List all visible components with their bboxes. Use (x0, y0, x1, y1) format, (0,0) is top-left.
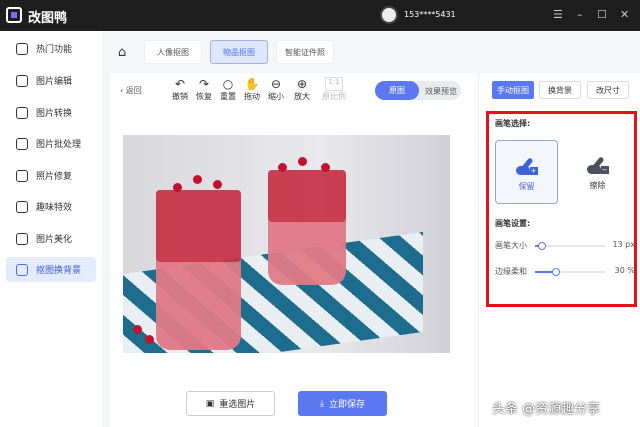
undo-icon: ↶ (174, 77, 186, 91)
avatar[interactable] (380, 6, 398, 24)
sidebar-item-hot[interactable]: 热门功能 (6, 36, 96, 61)
close-button[interactable]: ✕ (620, 8, 629, 21)
cutout-icon (16, 263, 28, 276)
sidebar-item-beautify[interactable]: 图片美化 (6, 226, 96, 251)
sidebar-item-label: 图片编辑 (36, 77, 73, 87)
sidebar-item-effects[interactable]: 趣味特效 (6, 194, 96, 219)
brush-erase-label: 擦除 (589, 181, 606, 190)
view-toggle[interactable]: 原图 效果预览 (375, 81, 461, 100)
tab-object-cutout[interactable]: 物品抠图 (210, 40, 268, 64)
brush-keep-button[interactable]: + 保留 (495, 140, 558, 204)
beautify-icon (16, 232, 28, 245)
view-original-option[interactable]: 原图 (375, 81, 419, 100)
convert-icon (16, 106, 28, 119)
undo-button[interactable]: ↶ 撤销 (168, 77, 192, 102)
tab-portrait-cutout[interactable]: 人像抠图 (144, 40, 202, 64)
zoom-in-icon: ⊕ (296, 77, 308, 91)
tool-label: 撤销 (172, 92, 188, 101)
tool-label: 重置 (220, 92, 236, 101)
slider-handle[interactable] (552, 268, 560, 276)
menu-icon[interactable]: ☰ (553, 8, 563, 21)
brush-minus-icon: − (586, 156, 609, 174)
zoom-out-icon: ⊖ (270, 77, 282, 91)
view-preview-option[interactable]: 效果预览 (425, 86, 457, 97)
redo-button[interactable]: ↷ 恢复 (192, 77, 216, 102)
edge-soft-value: 30 % (614, 266, 635, 275)
redo-icon: ↷ (198, 77, 210, 91)
edge-soft-row: 边缘柔和 30 % (495, 266, 635, 278)
user-phone[interactable]: 153****5431 (404, 10, 456, 19)
brush-keep-label: 保留 (518, 182, 535, 191)
save-button[interactable]: ⤓ 立即保存 (298, 391, 387, 416)
right-panel: 手动抠图 换背景 改尺寸 画笔选择: + 保留 − 擦除 画笔设置: 画笔大小 … (478, 73, 640, 427)
sparkle-icon (16, 200, 28, 213)
sidebar-item-batch[interactable]: 图片批处理 (6, 131, 96, 156)
slider-handle[interactable] (538, 242, 546, 250)
reselect-label: 重选图片 (219, 400, 256, 410)
brush-settings-label: 画笔设置: (495, 219, 531, 228)
brush-panel: 画笔选择: + 保留 − 擦除 画笔设置: 画笔大小 13 px 边缘柔和 30… (486, 111, 637, 307)
minimize-button[interactable]: – (577, 8, 583, 21)
tab-id-photo[interactable]: 智能证件照 (276, 40, 334, 64)
brush-plus-icon: + (515, 157, 538, 175)
tool-label: 放大 (294, 92, 310, 101)
sidebar-item-label: 趣味特效 (36, 203, 73, 213)
sidebar-item-label: 热门功能 (36, 45, 73, 55)
app-title: 改图鸭 (28, 11, 68, 26)
flame-icon (16, 42, 28, 55)
sidebar-item-label: 抠图换背景 (36, 266, 82, 276)
download-icon: ⤓ (320, 398, 324, 409)
hand-icon: ✋ (244, 77, 260, 91)
brush-size-slider[interactable] (535, 242, 605, 250)
image-canvas[interactable] (123, 135, 450, 353)
sidebar-item-label: 图片批处理 (36, 140, 82, 150)
home-icon[interactable]: ⌂ (118, 45, 126, 60)
tool-label: 恢复 (196, 92, 212, 101)
sidebar-item-edit[interactable]: 图片编辑 (6, 68, 96, 93)
sidebar-item-label: 图片美化 (36, 235, 73, 245)
image-icon: ▣ (205, 398, 215, 409)
tool-label: 原比例 (322, 92, 346, 101)
original-ratio-button[interactable]: 1:1 原比例 (322, 77, 346, 102)
zoom-in-button[interactable]: ⊕ 放大 (290, 77, 314, 102)
brush-select-label: 画笔选择: (495, 119, 531, 128)
image-edit-icon (16, 74, 28, 87)
watermark: 头条 @资源趣分享 (492, 402, 601, 417)
reset-button[interactable]: ○ 重置 (216, 77, 240, 102)
edge-soft-label: 边缘柔和 (495, 267, 527, 276)
sidebar: 热门功能 图片编辑 图片转换 图片批处理 照片修复 趣味特效 图片美化 抠图换背… (0, 31, 102, 427)
tab-change-background[interactable]: 换背景 (539, 81, 581, 99)
tool-label: 缩小 (268, 92, 284, 101)
brush-erase-button[interactable]: − 擦除 (566, 140, 629, 204)
brush-size-label: 画笔大小 (495, 241, 527, 250)
app-logo-icon (6, 7, 22, 23)
edge-soft-slider[interactable] (535, 268, 605, 276)
zoom-out-button[interactable]: ⊖ 缩小 (264, 77, 288, 102)
photo-repair-icon (16, 169, 28, 182)
sidebar-item-label: 图片转换 (36, 109, 73, 119)
sidebar-item-convert[interactable]: 图片转换 (6, 100, 96, 125)
save-label: 立即保存 (328, 400, 365, 410)
brush-size-row: 画笔大小 13 px (495, 240, 635, 252)
ratio-icon: 1:1 (325, 77, 343, 91)
tab-resize[interactable]: 改尺寸 (587, 81, 629, 99)
back-label: 返回 (125, 86, 142, 95)
title-bar: 改图鸭 153****5431 ☰ – ☐ ✕ (0, 0, 640, 31)
reselect-image-button[interactable]: ▣ 重选图片 (186, 391, 275, 416)
back-button[interactable]: ‹ 返回 (120, 85, 142, 96)
batch-icon (16, 137, 28, 150)
maximize-button[interactable]: ☐ (597, 8, 607, 21)
tab-manual-cutout[interactable]: 手动抠图 (492, 81, 534, 99)
tool-label: 拖动 (244, 92, 260, 101)
drag-button[interactable]: ✋ 拖动 (240, 77, 264, 102)
sidebar-item-label: 照片修复 (36, 172, 73, 182)
reset-icon: ○ (222, 77, 234, 91)
brush-size-value: 13 px (612, 240, 635, 249)
sidebar-item-repair[interactable]: 照片修复 (6, 163, 96, 188)
sidebar-item-cutout[interactable]: 抠图换背景 (6, 257, 96, 282)
